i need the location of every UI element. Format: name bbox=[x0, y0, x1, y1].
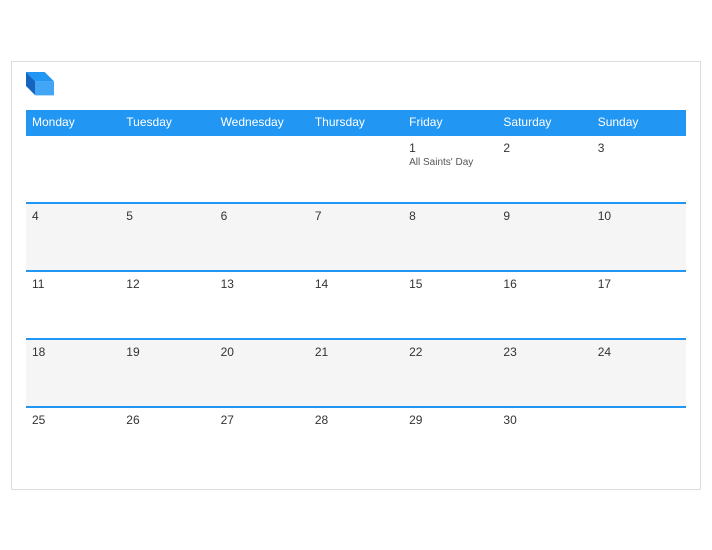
day-cell: 16 bbox=[497, 271, 591, 339]
day-cell: 23 bbox=[497, 339, 591, 407]
calendar-header bbox=[26, 72, 686, 100]
day-cell: 19 bbox=[120, 339, 214, 407]
day-cell: 29 bbox=[403, 407, 497, 475]
day-cell: 4 bbox=[26, 203, 120, 271]
logo-icon bbox=[26, 72, 54, 100]
day-cell: 25 bbox=[26, 407, 120, 475]
day-cell: 30 bbox=[497, 407, 591, 475]
day-number: 7 bbox=[315, 209, 397, 223]
day-cell: 11 bbox=[26, 271, 120, 339]
day-number: 21 bbox=[315, 345, 397, 359]
day-number: 14 bbox=[315, 277, 397, 291]
day-number: 11 bbox=[32, 277, 114, 291]
day-number: 19 bbox=[126, 345, 208, 359]
day-cell: 14 bbox=[309, 271, 403, 339]
day-number: 20 bbox=[221, 345, 303, 359]
week-row-5: 25 26 27 28 29 30 bbox=[26, 407, 686, 475]
calendar-table: MondayTuesdayWednesdayThursdayFridaySatu… bbox=[26, 110, 686, 475]
day-cell: 20 bbox=[215, 339, 309, 407]
day-cell: 13 bbox=[215, 271, 309, 339]
day-cell: 12 bbox=[120, 271, 214, 339]
week-row-2: 456789 10 bbox=[26, 203, 686, 271]
day-cell: 5 bbox=[120, 203, 214, 271]
day-cell: 8 bbox=[403, 203, 497, 271]
day-number: 4 bbox=[32, 209, 114, 223]
day-number: 1 bbox=[409, 141, 491, 155]
day-number: 3 bbox=[598, 141, 680, 155]
weekday-monday: Monday bbox=[26, 110, 120, 135]
day-number: 29 bbox=[409, 413, 491, 427]
day-cell bbox=[120, 135, 214, 203]
week-row-1: 1 All Saints' Day 23 bbox=[26, 135, 686, 203]
day-cell: 18 bbox=[26, 339, 120, 407]
calendar: MondayTuesdayWednesdayThursdayFridaySatu… bbox=[11, 61, 701, 490]
day-cell: 27 bbox=[215, 407, 309, 475]
day-cell: 28 bbox=[309, 407, 403, 475]
day-number: 5 bbox=[126, 209, 208, 223]
day-number: 12 bbox=[126, 277, 208, 291]
weekday-friday: Friday bbox=[403, 110, 497, 135]
day-cell: 9 bbox=[497, 203, 591, 271]
weekday-saturday: Saturday bbox=[497, 110, 591, 135]
day-number: 10 bbox=[598, 209, 680, 223]
day-cell: 17 bbox=[592, 271, 686, 339]
day-cell: 7 bbox=[309, 203, 403, 271]
day-number: 27 bbox=[221, 413, 303, 427]
day-cell: 1 All Saints' Day bbox=[403, 135, 497, 203]
day-cell: 10 bbox=[592, 203, 686, 271]
day-cell bbox=[26, 135, 120, 203]
day-number: 9 bbox=[503, 209, 585, 223]
day-number: 8 bbox=[409, 209, 491, 223]
day-number: 15 bbox=[409, 277, 491, 291]
weekday-thursday: Thursday bbox=[309, 110, 403, 135]
day-number: 26 bbox=[126, 413, 208, 427]
day-cell: 22 bbox=[403, 339, 497, 407]
weekday-wednesday: Wednesday bbox=[215, 110, 309, 135]
week-row-3: 11 12 13 14 15 16 17 bbox=[26, 271, 686, 339]
day-number: 25 bbox=[32, 413, 114, 427]
day-cell: 21 bbox=[309, 339, 403, 407]
day-number: 24 bbox=[598, 345, 680, 359]
day-number: 16 bbox=[503, 277, 585, 291]
day-number: 23 bbox=[503, 345, 585, 359]
day-number: 2 bbox=[503, 141, 585, 155]
day-number: 17 bbox=[598, 277, 680, 291]
day-number: 30 bbox=[503, 413, 585, 427]
day-cell: 24 bbox=[592, 339, 686, 407]
day-cell bbox=[592, 407, 686, 475]
weekday-tuesday: Tuesday bbox=[120, 110, 214, 135]
day-number: 13 bbox=[221, 277, 303, 291]
week-row-4: 18 19 20 21 22 23 24 bbox=[26, 339, 686, 407]
holiday-label: All Saints' Day bbox=[409, 157, 491, 168]
day-cell bbox=[309, 135, 403, 203]
day-cell: 15 bbox=[403, 271, 497, 339]
day-number: 18 bbox=[32, 345, 114, 359]
logo bbox=[26, 72, 56, 100]
weekday-sunday: Sunday bbox=[592, 110, 686, 135]
day-number: 6 bbox=[221, 209, 303, 223]
day-cell: 3 bbox=[592, 135, 686, 203]
day-cell: 6 bbox=[215, 203, 309, 271]
day-cell: 2 bbox=[497, 135, 591, 203]
day-cell bbox=[215, 135, 309, 203]
day-number: 28 bbox=[315, 413, 397, 427]
weekday-header-row: MondayTuesdayWednesdayThursdayFridaySatu… bbox=[26, 110, 686, 135]
day-cell: 26 bbox=[120, 407, 214, 475]
day-number: 22 bbox=[409, 345, 491, 359]
